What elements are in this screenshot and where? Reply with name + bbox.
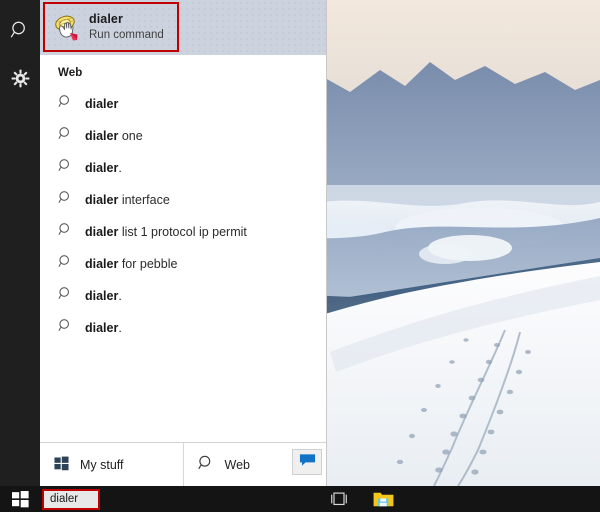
tab-label: Web [224, 457, 250, 472]
windows-desktop: dialer Run command Web dialer dialer one [0, 0, 600, 512]
search-icon [58, 254, 73, 274]
best-match-result[interactable]: dialer Run command [43, 2, 179, 52]
web-section-heading: Web [58, 67, 83, 79]
list-item[interactable]: dialer one [40, 120, 326, 152]
list-item-label: dialer for pebble [85, 257, 178, 271]
tab-my-stuff[interactable]: My stuff [40, 443, 183, 486]
search-icon [197, 455, 214, 474]
search-icon[interactable] [8, 18, 32, 42]
tab-label: My stuff [80, 457, 124, 472]
search-icon [58, 222, 73, 242]
gear-icon[interactable] [8, 66, 32, 90]
list-item-label: dialer [85, 97, 119, 111]
list-item[interactable]: dialer. [40, 152, 326, 184]
search-tab-bar: My stuff Web [40, 442, 326, 486]
search-icon [58, 286, 73, 306]
run-command-icon [53, 13, 81, 41]
search-left-rail [0, 0, 40, 486]
feedback-button[interactable] [292, 449, 322, 475]
search-icon [58, 126, 73, 146]
best-match-title: dialer [89, 12, 123, 27]
search-flyout-panel: dialer Run command Web dialer dialer one [40, 0, 327, 486]
taskbar-icon-group [328, 488, 394, 510]
search-results-area: Web dialer dialer one dialer. dialer int… [40, 55, 326, 442]
search-icon [58, 158, 73, 178]
best-match-band: dialer Run command [40, 0, 326, 55]
best-match-subtitle: Run command [89, 28, 164, 41]
list-item[interactable]: dialer. [40, 280, 326, 312]
search-input-value: dialer [50, 493, 79, 505]
search-input[interactable]: dialer [42, 488, 100, 510]
list-item-label: dialer. [85, 289, 122, 303]
taskbar: dialer [0, 486, 600, 512]
start-button[interactable] [0, 486, 40, 512]
list-item-label: dialer list 1 protocol ip permit [85, 225, 247, 239]
list-item[interactable]: dialer for pebble [40, 248, 326, 280]
list-item[interactable]: dialer list 1 protocol ip permit [40, 216, 326, 248]
list-item-label: dialer one [85, 129, 143, 143]
feedback-icon [299, 453, 316, 472]
best-match-text: dialer Run command [89, 12, 164, 42]
search-icon [58, 94, 73, 114]
list-item[interactable]: dialer. [40, 312, 326, 344]
windows-logo-icon [54, 456, 69, 474]
list-item-label: dialer. [85, 161, 122, 175]
list-item[interactable]: dialer interface [40, 184, 326, 216]
list-item-label: dialer interface [85, 193, 170, 207]
search-icon [58, 190, 73, 210]
search-icon [58, 318, 73, 338]
file-explorer-icon[interactable] [372, 488, 394, 510]
list-item[interactable]: dialer [40, 88, 326, 120]
task-view-icon[interactable] [328, 488, 350, 510]
list-item-label: dialer. [85, 321, 122, 335]
